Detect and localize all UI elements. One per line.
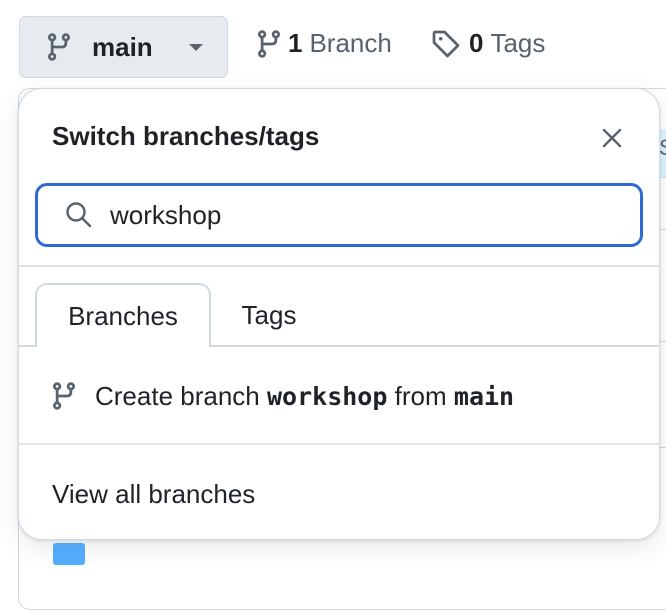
tags-label: Tags	[490, 28, 546, 58]
git-branch-icon	[258, 29, 280, 58]
git-branch-icon	[53, 382, 75, 410]
background-header-text: S	[659, 135, 666, 161]
branch-search-input[interactable]	[110, 199, 590, 231]
divider	[19, 443, 659, 445]
view-all-branches-link[interactable]: View all branches	[19, 447, 659, 539]
caret-down-icon	[188, 43, 203, 51]
branch-search-field[interactable]	[35, 183, 643, 247]
create-branch-prefix: Create branch	[95, 380, 260, 411]
new-branch-name: workshop	[267, 381, 388, 411]
create-branch-item[interactable]: Create branch workshop from main	[19, 349, 659, 443]
create-branch-from: from	[394, 380, 447, 411]
divider	[19, 265, 659, 267]
ref-type-tabs: Branches Tags	[19, 283, 659, 347]
tag-icon	[432, 30, 460, 57]
branches-label: Branch	[309, 28, 392, 58]
branches-count-link[interactable]: 1 Branch	[258, 28, 392, 59]
tab-tags[interactable]: Tags	[219, 283, 319, 347]
tags-count-link[interactable]: 0 Tags	[431, 28, 545, 59]
branch-select-button[interactable]: main	[19, 16, 228, 78]
folder-icon	[53, 543, 85, 565]
create-branch-text: Create branch workshop from main	[95, 381, 514, 412]
current-branch-label: main	[92, 31, 153, 62]
git-branch-icon	[48, 33, 70, 61]
close-button[interactable]	[597, 123, 627, 153]
source-branch-name: main	[453, 381, 515, 411]
branch-switcher-popover: Switch branches/tags Branches Tags Creat…	[18, 88, 660, 540]
tabs-border	[209, 345, 659, 347]
tags-count: 0	[469, 28, 484, 58]
popover-title: Switch branches/tags	[52, 121, 320, 151]
x-icon	[602, 128, 622, 148]
branches-count: 1	[288, 28, 303, 58]
tabs-border	[19, 345, 37, 347]
search-icon	[66, 202, 92, 228]
tab-branches[interactable]: Branches	[35, 283, 211, 347]
